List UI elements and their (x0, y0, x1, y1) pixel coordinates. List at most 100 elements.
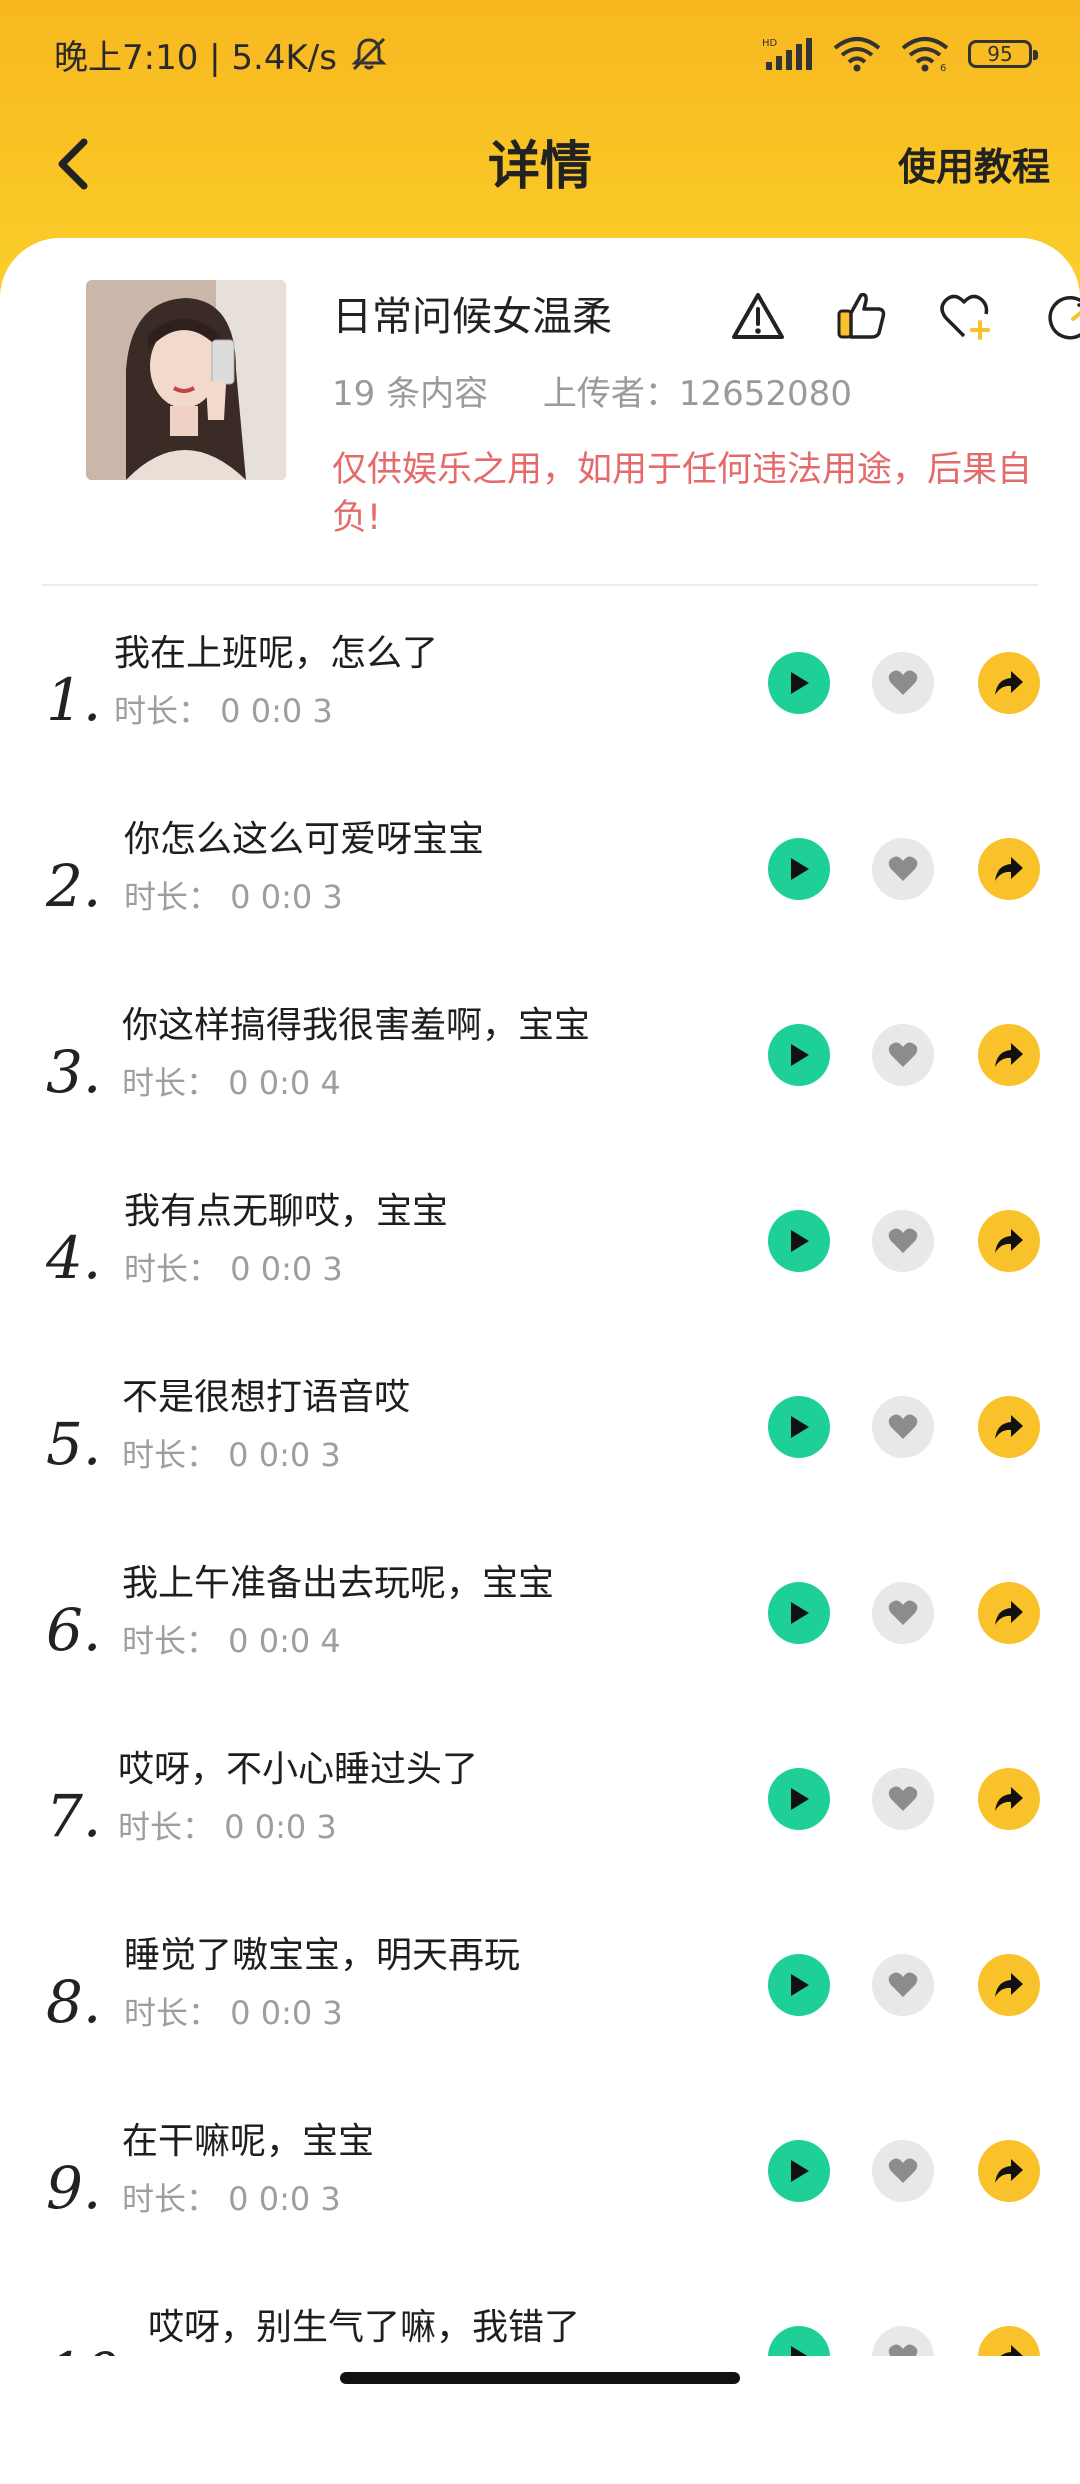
item-number: 9. (46, 2154, 102, 2222)
mute-icon (351, 37, 387, 71)
list-item[interactable]: 6. 我上午准备出去玩呢，宝宝 时长： 0 0:0 4 (0, 1554, 1080, 1740)
report-button[interactable] (722, 280, 794, 352)
heart-plus-icon (940, 294, 990, 340)
item-duration: 时长： 0 0:0 3 (124, 1250, 343, 1288)
item-duration: 时长： 0 0:0 4 (122, 1064, 341, 1102)
disclaimer-text: 仅供娱乐之用，如用于任何违法用途，后果自负! (332, 450, 1033, 538)
cover-image (86, 280, 286, 480)
item-number: 2. (46, 852, 102, 920)
play-button[interactable] (768, 1024, 830, 1086)
item-title: 不是很想打语音哎 (122, 1377, 411, 1418)
favorite-item-button[interactable] (872, 838, 934, 900)
like-button[interactable] (826, 280, 898, 352)
pack-meta: 19 条内容 上传者：12652080 (332, 366, 896, 415)
item-number: 7. (46, 1782, 102, 1850)
item-number: 4. (46, 1224, 102, 1292)
share-button[interactable] (978, 1768, 1040, 1830)
play-icon (791, 2160, 809, 2182)
share-arrow-icon (995, 857, 1023, 881)
item-number: 1. (46, 666, 102, 734)
item-number: 8. (46, 1968, 102, 2036)
heart-icon (888, 1228, 918, 1253)
svg-text:6: 6 (940, 63, 946, 72)
favorite-button[interactable] (930, 280, 1002, 352)
play-button[interactable] (768, 838, 830, 900)
play-icon (791, 1788, 809, 1810)
share-button[interactable] (978, 2140, 1040, 2202)
divider (42, 584, 1038, 586)
heart-icon (888, 1600, 918, 1625)
list-item[interactable]: 7. 哎呀，不小心睡过头了 时长： 0 0:0 3 (0, 1740, 1080, 1926)
favorite-item-button[interactable] (872, 1582, 934, 1644)
item-title: 你怎么这么可爱呀宝宝 (124, 819, 485, 860)
hd-signal-icon: HD (762, 38, 812, 70)
list-item[interactable]: 2. 你怎么这么可爱呀宝宝 时长： 0 0:0 3 (0, 810, 1080, 996)
heart-icon (888, 1414, 918, 1439)
item-title: 我在上班呢，怎么了 (114, 633, 439, 674)
item-duration: 时长： 0 0:0 3 (114, 692, 333, 730)
play-icon (791, 1416, 809, 1438)
share-button[interactable] (978, 1024, 1040, 1086)
share-button[interactable] (978, 1396, 1040, 1458)
list-item[interactable]: 1. 我在上班呢，怎么了 时长： 0 0:0 3 (0, 624, 1080, 810)
item-duration: 时长： 0 0:0 4 (122, 1622, 341, 1660)
play-button[interactable] (768, 1396, 830, 1458)
play-icon (791, 858, 809, 880)
play-button[interactable] (768, 652, 830, 714)
favorite-item-button[interactable] (872, 1768, 934, 1830)
item-title: 我有点无聊哎，宝宝 (124, 1191, 449, 1232)
favorite-item-button[interactable] (872, 2140, 934, 2202)
play-icon (791, 672, 809, 694)
favorite-item-button[interactable] (872, 1024, 934, 1086)
play-button[interactable] (768, 1210, 830, 1272)
favorite-item-button[interactable] (872, 652, 934, 714)
share-arrow-icon (995, 1043, 1023, 1067)
share-button[interactable] (978, 838, 1040, 900)
item-number: 6. (46, 1596, 102, 1664)
item-duration: 时长： 0 0:0 3 (118, 1808, 337, 1846)
list-item[interactable]: 8. 睡觉了嗷宝宝，明天再玩 时长： 0 0:0 3 (0, 1926, 1080, 2112)
item-duration: 时长： 0 0:0 3 (124, 1994, 343, 2032)
uploader: 上传者：12652080 (542, 374, 852, 414)
share-button[interactable] (978, 1210, 1040, 1272)
share-button[interactable] (978, 1582, 1040, 1644)
share-button[interactable] (978, 652, 1040, 714)
home-indicator[interactable] (340, 2372, 740, 2384)
favorite-item-button[interactable] (872, 1210, 934, 1272)
heart-icon (888, 2158, 918, 2183)
play-button[interactable] (768, 1954, 830, 2016)
item-title: 你这样搞得我很害羞啊，宝宝 (122, 1005, 591, 1046)
heart-icon (888, 1786, 918, 1811)
play-icon (791, 1044, 809, 1066)
play-icon (791, 1974, 809, 1996)
list-item[interactable]: 3. 你这样搞得我很害羞啊，宝宝 时长： 0 0:0 4 (0, 996, 1080, 1182)
refresh-icon (1048, 296, 1080, 340)
play-button[interactable] (768, 1582, 830, 1644)
list-item[interactable]: 4. 我有点无聊哎，宝宝 时长： 0 0:0 3 (0, 1182, 1080, 1368)
play-button[interactable] (768, 1768, 830, 1830)
heart-icon (888, 670, 918, 695)
share-arrow-icon (995, 1601, 1023, 1625)
share-arrow-icon (995, 1973, 1023, 1997)
refresh-button[interactable] (1034, 280, 1080, 352)
favorite-item-button[interactable] (872, 1954, 934, 2016)
heart-icon (888, 856, 918, 881)
item-title: 哎呀，不小心睡过头了 (118, 1749, 479, 1790)
play-button[interactable] (768, 2140, 830, 2202)
share-arrow-icon (995, 2159, 1023, 2183)
favorite-item-button[interactable] (872, 1396, 934, 1458)
item-title: 在干嘛呢，宝宝 (122, 2121, 375, 2162)
list-item[interactable]: 9. 在干嘛呢，宝宝 时长： 0 0:0 3 (0, 2112, 1080, 2298)
heart-icon (888, 1042, 918, 1067)
list-item[interactable]: 5. 不是很想打语音哎 时长： 0 0:0 3 (0, 1368, 1080, 1554)
status-bar: 晚上7:10 | 5.4K/s HD 6 95 (0, 0, 1080, 110)
heart-icon (888, 1972, 918, 1997)
battery-level: 95 (987, 42, 1013, 66)
wifi-6-icon: 6 (901, 37, 949, 72)
tutorial-link[interactable]: 使用教程 (898, 136, 1050, 191)
share-button[interactable] (978, 1954, 1040, 2016)
play-icon (791, 1230, 809, 1252)
item-title: 睡觉了嗷宝宝，明天再玩 (124, 1935, 521, 1976)
item-number: 5. (46, 1410, 102, 1478)
item-number: 3. (46, 1038, 102, 1106)
